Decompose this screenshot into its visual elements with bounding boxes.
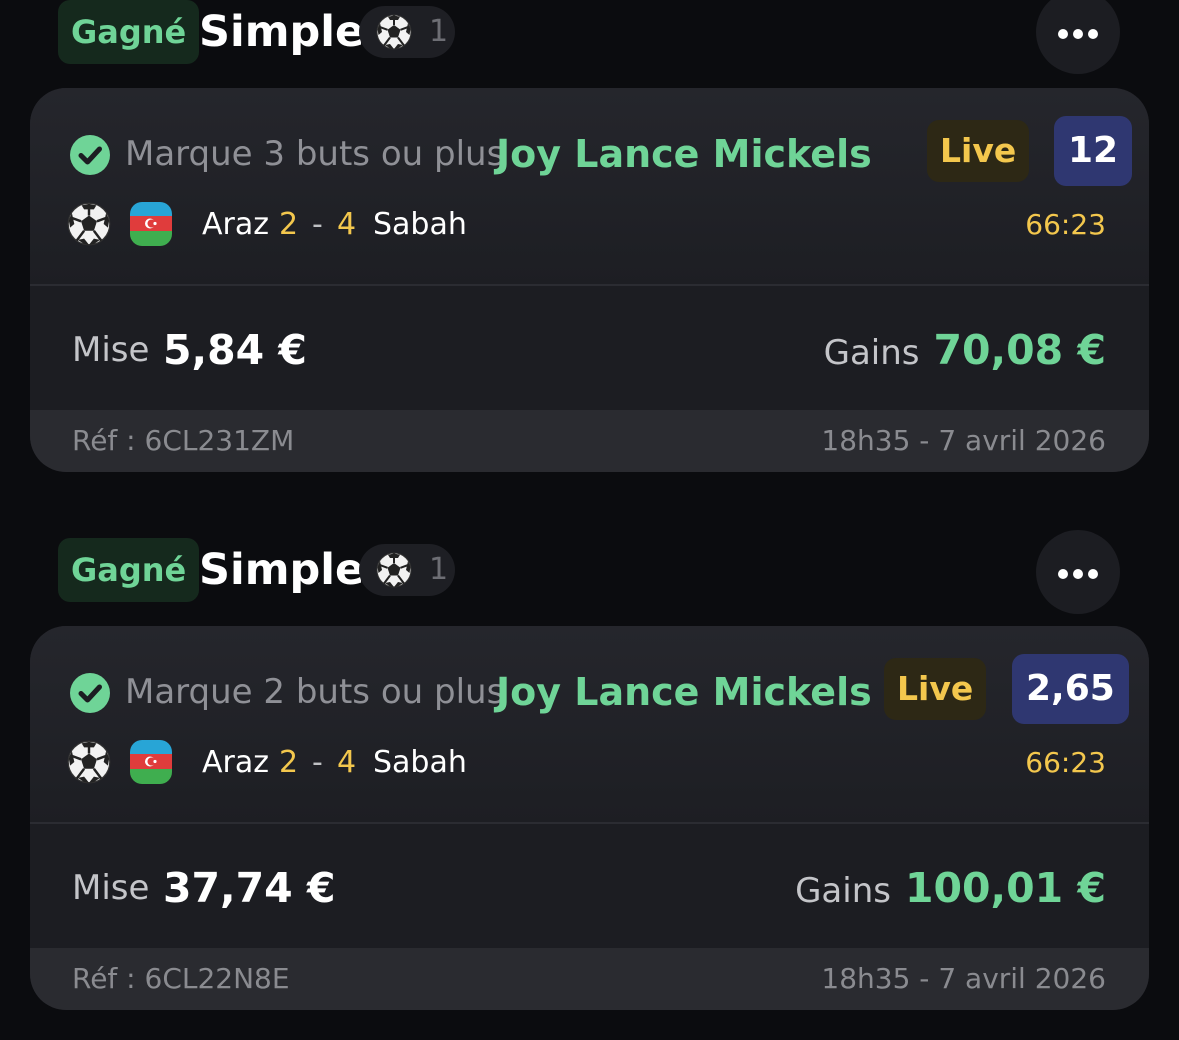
check-circle-icon [70,135,110,175]
more-options-button[interactable] [1036,530,1120,614]
home-score: 2 [279,207,299,242]
away-team: Sabah [373,207,467,242]
soccer-ball-icon [67,740,111,788]
gains-value: 70,08 € [933,326,1107,374]
market-label: Marque 3 buts ou plus [125,134,505,174]
match-clock: 66:23 [1025,208,1106,241]
score-separator: - [312,207,323,242]
bet-timestamp: 18h35 - 7 avril 2026 [821,424,1106,457]
soccer-ball-icon [376,552,412,592]
home-team: Araz [202,745,269,780]
bet-timestamp: 18h35 - 7 avril 2026 [821,962,1106,995]
bet-reference: Réf : 6CL231ZM [72,424,295,457]
azerbaijan-flag-icon [130,202,172,246]
bet-type-title: Simple [199,545,365,595]
match-clock: 66:23 [1025,746,1106,779]
azerbaijan-flag-icon [130,740,172,784]
away-team: Sabah [373,745,467,780]
live-badge: Live [927,120,1030,182]
status-badge: Gagné [58,0,200,64]
bet-header: Gagné Simple 1 [0,530,1179,614]
gains-label: Gains [795,871,891,911]
divider [30,822,1149,824]
gains-value: 100,01 € [904,864,1106,912]
bet-reference: Réf : 6CL22N8E [72,962,290,995]
more-dots-icon [1058,569,1068,579]
stake-value: 37,74 € [163,864,336,912]
away-score: 4 [337,207,357,242]
odds-badge: 12 [1054,116,1133,186]
stake-value: 5,84 € [163,326,307,374]
market-label: Marque 2 buts ou plus [125,672,505,712]
bet-card[interactable]: Marque 2 buts ou plus Joy Lance Mickels … [30,626,1149,1010]
soccer-ball-icon [376,14,412,54]
stake-label: Mise [72,868,150,908]
odds-badge: 2,65 [1012,654,1129,724]
live-badge: Live [884,658,987,720]
away-score: 4 [337,745,357,780]
more-options-button[interactable] [1036,0,1120,74]
check-circle-icon [70,673,110,713]
home-team: Araz [202,207,269,242]
stake-label: Mise [72,330,150,370]
status-badge: Gagné [58,538,200,602]
selection-count: 1 [429,14,449,49]
soccer-ball-icon [67,202,111,250]
gains: Gains 100,01 € [795,858,1106,927]
gains-label: Gains [823,333,920,373]
player-name: Joy Lance Mickels [496,670,872,714]
home-score: 2 [279,745,299,780]
more-dots-icon [1058,29,1068,39]
selection-count: 1 [429,552,449,587]
bet-card[interactable]: Marque 3 buts ou plus Joy Lance Mickels … [30,88,1149,472]
gains: Gains 70,08 € [824,320,1106,389]
sport-count-pill: 1 [359,544,455,596]
score-separator: - [312,745,323,780]
bet-header: Gagné Simple 1 [0,0,1179,74]
sport-count-pill: 1 [359,6,455,58]
bet-type-title: Simple [199,7,365,57]
bet-footer: Réf : 6CL22N8E 18h35 - 7 avril 2026 [30,948,1149,1010]
bet-footer: Réf : 6CL231ZM 18h35 - 7 avril 2026 [30,410,1149,472]
divider [30,284,1149,286]
player-name: Joy Lance Mickels [496,132,872,176]
